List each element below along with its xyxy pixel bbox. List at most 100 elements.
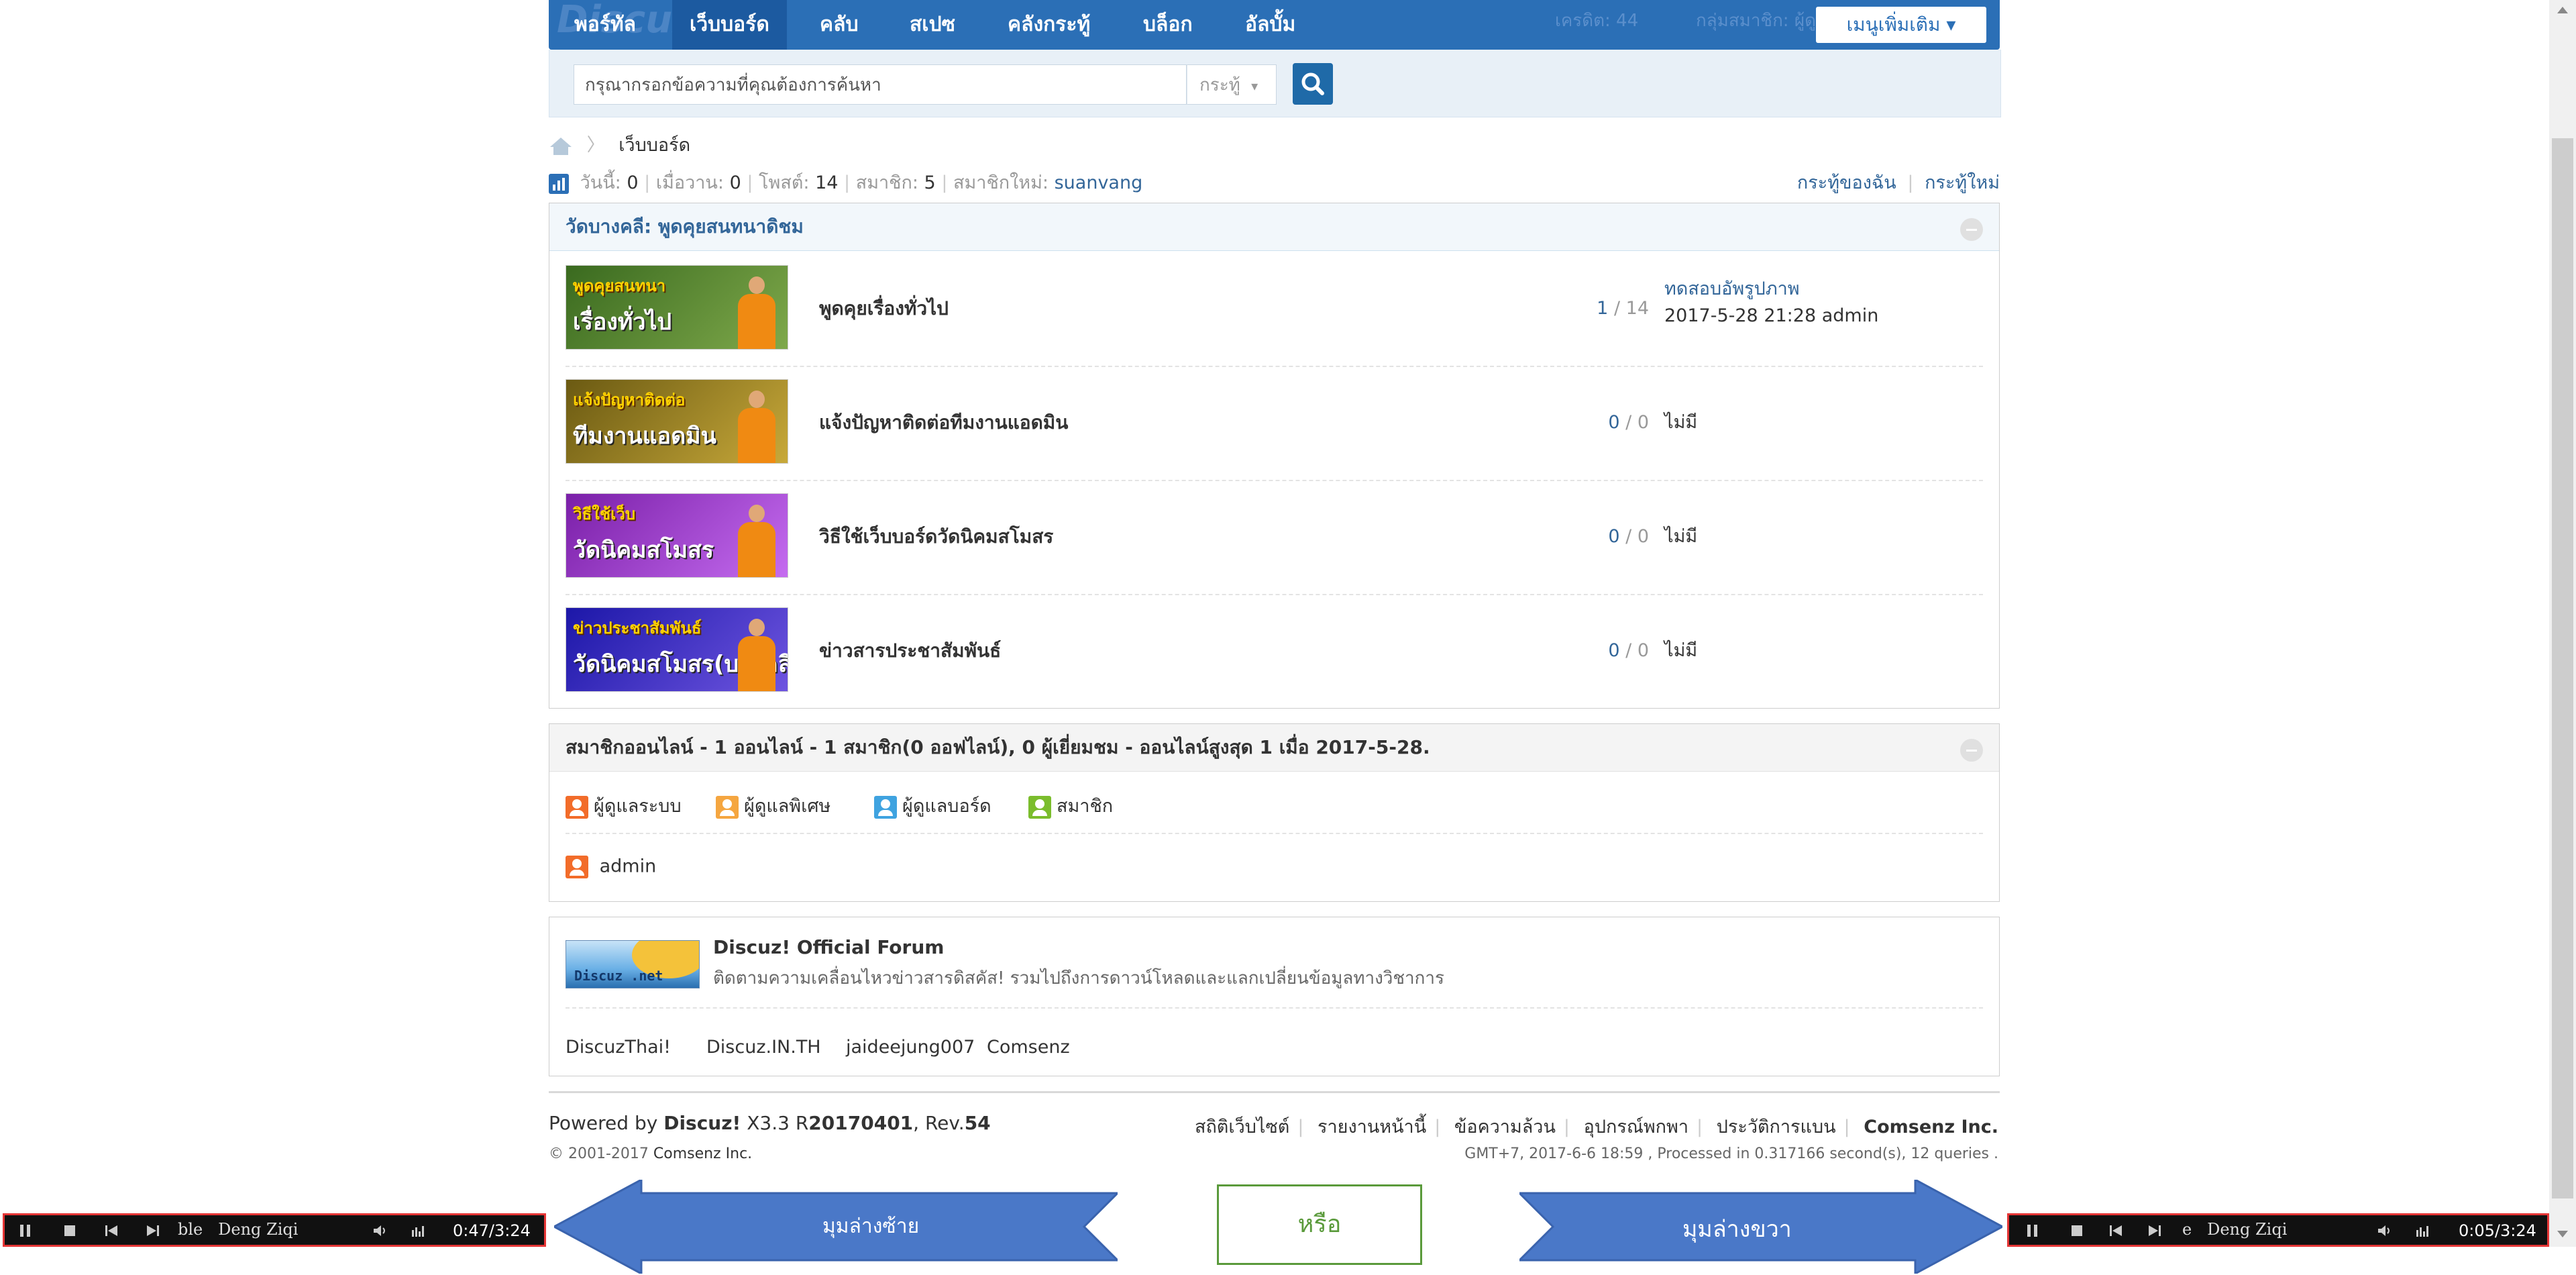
stats-chart-icon bbox=[549, 173, 569, 194]
nav-item-blog[interactable]: บล็อก bbox=[1143, 0, 1193, 50]
footer-separator: | bbox=[1434, 1117, 1441, 1137]
breadcrumb-current[interactable]: เว็บบอร์ด bbox=[619, 135, 690, 156]
footer-link-stats[interactable]: สถิติเว็บไซต์ bbox=[1195, 1117, 1289, 1137]
home-icon[interactable] bbox=[549, 136, 573, 156]
collapse-icon[interactable] bbox=[1960, 739, 1983, 762]
user-role-icon bbox=[1028, 795, 1051, 819]
forum-icon-image[interactable]: พูดคุยสนทนา เรื่องทั่วไป bbox=[566, 265, 788, 350]
category-box: วัดบางคลี: พูดคุยสนทนาดิชม พูดคุยสนทนา เ… bbox=[549, 203, 2000, 709]
forum-icon-text-1: แจ้งปัญหาติดต่อ bbox=[573, 391, 686, 409]
forum-icon-text-1: ข่าวประชาสัมพันธ์ bbox=[573, 619, 702, 638]
category-title[interactable]: วัดบางคลี: พูดคุยสนทนาดิชม bbox=[566, 203, 804, 250]
volume-icon[interactable] bbox=[2377, 1223, 2392, 1238]
discuz-net-logo[interactable]: Discuz .net bbox=[566, 940, 700, 988]
forum-icon-image[interactable]: วิธีใช้เว็บ วัดนิคมสโมสร bbox=[566, 493, 788, 578]
product-link[interactable]: Discuz! bbox=[663, 1112, 741, 1134]
forum-name-link[interactable]: พูดคุยเรื่องทั่วไป bbox=[819, 252, 949, 366]
count-separator: / bbox=[1625, 526, 1638, 547]
stat-yesterday-value: 0 bbox=[729, 172, 741, 193]
page-scrollbar[interactable] bbox=[2549, 0, 2576, 1247]
footer-link-text-only[interactable]: ข้อความล้วน bbox=[1454, 1117, 1556, 1137]
forum-icon-text-1: วิธีใช้เว็บ bbox=[573, 505, 636, 523]
more-menu-button[interactable]: เมนูเพิ่มเติม ▾ bbox=[1816, 7, 1986, 43]
text-link[interactable]: Comsenz bbox=[987, 1037, 1070, 1058]
newest-member-link[interactable]: suanvang bbox=[1055, 172, 1143, 193]
forum-icon-image[interactable]: ข่าวประชาสัมพันธ์ วัดนิคมสโมสร(บางคลี) bbox=[566, 607, 788, 692]
last-post-title-link[interactable]: ทดสอบอัพรูปภาพ bbox=[1664, 276, 1878, 303]
monk-figure-icon bbox=[738, 391, 775, 463]
user-role-icon bbox=[566, 795, 588, 819]
legend-label: สมาชิก bbox=[1057, 796, 1114, 817]
footer-link-report[interactable]: รายงานหน้านี้ bbox=[1318, 1117, 1426, 1137]
nav-item-club[interactable]: คลับ bbox=[820, 0, 859, 50]
forum-thread-count: 0 bbox=[1608, 412, 1620, 433]
chevron-down-icon: ▾ bbox=[1946, 13, 1956, 36]
stat-members-label: สมาชิก: bbox=[855, 172, 918, 193]
footer-separator: | bbox=[1563, 1117, 1570, 1137]
previous-icon[interactable] bbox=[2108, 1223, 2123, 1238]
next-icon[interactable] bbox=[2147, 1223, 2162, 1238]
footer-separator: | bbox=[1696, 1117, 1703, 1137]
volume-icon[interactable] bbox=[372, 1223, 387, 1238]
search-type-select[interactable]: กระทู้ ▾ bbox=[1187, 64, 1277, 105]
forum-row: แจ้งปัญหาติดต่อ ทีมงานแอดมิน แจ้งปัญหาติ… bbox=[566, 366, 1983, 481]
scroll-down-arrow[interactable] bbox=[2557, 1231, 2568, 1237]
search-input[interactable]: กรุณากรอกข้อความที่คุณต้องการค้นหา bbox=[574, 64, 1187, 105]
footer-link-ban-history[interactable]: ประวัติการแบน bbox=[1717, 1117, 1836, 1137]
search-button[interactable] bbox=[1293, 63, 1333, 105]
forum-last-post: ทดสอบอัพรูปภาพ 2017-5-28 21:28 admin bbox=[1664, 276, 1878, 329]
monk-figure-icon bbox=[738, 619, 775, 691]
legend-item: สมาชิก bbox=[1028, 791, 1113, 820]
new-threads-link[interactable]: กระทู้ใหม่ bbox=[1925, 172, 2000, 193]
forum-last-post-none: ไม่มี bbox=[1664, 640, 1698, 661]
nav-item-portal[interactable]: พอร์ทัล bbox=[572, 0, 639, 50]
legend-item: ผู้ดูแลระบบ bbox=[566, 791, 682, 820]
copyright-company-link[interactable]: Comsenz Inc. bbox=[653, 1145, 752, 1162]
forum-name-link[interactable]: แจ้งปัญหาติดต่อทีมงานแอดมิน bbox=[819, 366, 1068, 480]
collapse-icon[interactable] bbox=[1960, 218, 1983, 241]
footer-meta: GMT+7, 2017-6-6 18:59 , Processed in 0.3… bbox=[1464, 1145, 1998, 1162]
forum-name-link[interactable]: ข่าวสารประชาสัมพันธ์ bbox=[819, 594, 1001, 708]
previous-icon[interactable] bbox=[104, 1223, 119, 1238]
nav-item-collection[interactable]: คลังกระทู้ bbox=[1008, 0, 1090, 50]
stop-icon[interactable] bbox=[62, 1223, 77, 1238]
text-link[interactable]: DiscuzThai! bbox=[566, 1037, 671, 1058]
online-user[interactable]: admin bbox=[566, 856, 656, 878]
user-role-icon bbox=[716, 795, 739, 819]
forum-icon-image[interactable]: แจ้งปัญหาติดต่อ ทีมงานแอดมิน bbox=[566, 379, 788, 464]
legend-label: ผู้ดูแลระบบ bbox=[594, 796, 682, 817]
stop-icon[interactable] bbox=[2070, 1223, 2084, 1238]
scroll-up-arrow[interactable] bbox=[2557, 7, 2568, 13]
nav-item-space[interactable]: สเปซ bbox=[910, 0, 955, 50]
footer-separator: | bbox=[1843, 1117, 1850, 1137]
track-title: ble Deng Ziqi bbox=[178, 1220, 299, 1239]
footer-company-link[interactable]: Comsenz Inc. bbox=[1864, 1117, 1998, 1137]
link-separator: | bbox=[1907, 172, 1914, 193]
breadcrumb: 〉 เว็บบอร์ด bbox=[549, 130, 690, 157]
footer-link-mobile[interactable]: อุปกรณ์พกพา bbox=[1584, 1117, 1688, 1137]
powered-by: Powered by Discuz! X3.3 R20170401, Rev.5… bbox=[549, 1112, 991, 1134]
my-threads-link[interactable]: กระทู้ของฉัน bbox=[1797, 172, 1896, 193]
rev-number: 54 bbox=[964, 1112, 991, 1134]
forum-thread-count: 0 bbox=[1608, 526, 1620, 547]
version-prefix: X3.3 R bbox=[747, 1112, 809, 1134]
credit-info[interactable]: เครดิต: 44 bbox=[1555, 7, 1638, 34]
category-header: วัดบางคลี: พูดคุยสนทนาดิชม bbox=[549, 203, 1999, 251]
online-title[interactable]: สมาชิกออนไลน์ - 1 ออนไลน์ - 1 สมาชิก(0 อ… bbox=[566, 724, 1430, 771]
nav-item-album[interactable]: อัลบั้ม bbox=[1245, 0, 1295, 50]
official-forum-title[interactable]: Discuz! Official Forum bbox=[713, 936, 944, 958]
forum-name-link[interactable]: วิธีใช้เว็บบอร์ดวัดนิคมสโมสร bbox=[819, 480, 1053, 594]
monk-figure-icon bbox=[738, 276, 775, 349]
build-number: 20170401 bbox=[808, 1112, 914, 1134]
text-link[interactable]: jaideejung007 bbox=[846, 1037, 975, 1058]
copyright: © 2001-2017 Comsenz Inc. bbox=[549, 1145, 752, 1162]
pause-icon[interactable] bbox=[2025, 1223, 2040, 1238]
scrollbar-thumb[interactable] bbox=[2552, 138, 2573, 1198]
pause-icon[interactable] bbox=[18, 1223, 33, 1238]
forum-last-post-none: ไม่มี bbox=[1664, 412, 1698, 433]
forum-count: 0 / 0 bbox=[1608, 480, 1649, 594]
text-link[interactable]: Discuz.IN.TH bbox=[706, 1037, 821, 1058]
nav-item-forum[interactable]: เว็บบอร์ด bbox=[672, 0, 787, 50]
next-icon[interactable] bbox=[146, 1223, 160, 1238]
playback-time: 0:47/3:24 bbox=[453, 1221, 531, 1240]
